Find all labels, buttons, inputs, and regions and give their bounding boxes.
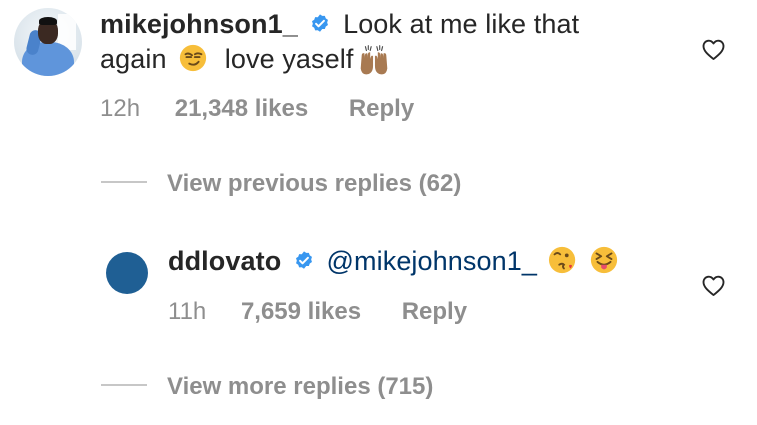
reply-button[interactable]: Reply: [402, 298, 467, 325]
reply-time: 11h: [168, 298, 207, 325]
avatar-hair: [39, 17, 57, 25]
comment-time: 12h: [100, 95, 141, 122]
view-previous-replies[interactable]: View previous replies (62): [101, 170, 461, 198]
raised-hands-emoji: [361, 45, 388, 75]
reply-likes[interactable]: 7,659 likes: [241, 298, 361, 326]
comment-text-part3: love yaself: [224, 44, 354, 74]
verified-badge-icon: [312, 14, 329, 32]
replies-divider-line: [101, 384, 147, 386]
comment-username[interactable]: mikejohnson1_: [100, 9, 298, 39]
comment-text-part1: Look at me like that: [343, 9, 580, 39]
view-more-replies-text[interactable]: View more replies (715): [167, 373, 433, 400]
like-heart-icon[interactable]: [701, 274, 726, 297]
comment-meta: 12h 21,348 likes Reply: [100, 95, 414, 123]
reply-text: ddlovato @mikejohnson1_: [168, 244, 668, 278]
comment-text: mikejohnson1_ Look at me like that again…: [100, 7, 660, 79]
view-previous-replies-text[interactable]: View previous replies (62): [167, 170, 461, 197]
reply-mention-link[interactable]: @mikejohnson1_: [327, 246, 537, 276]
avatar[interactable]: [14, 8, 82, 76]
face-throwing-kiss-emoji: [548, 246, 575, 274]
comment-likes[interactable]: 21,348 likes: [175, 95, 308, 123]
reply-meta: 11h 7,659 likes Reply: [168, 298, 467, 326]
view-more-replies[interactable]: View more replies (715): [101, 373, 433, 401]
reply-button[interactable]: Reply: [349, 95, 414, 122]
replies-divider-line: [101, 181, 147, 183]
reply-username[interactable]: ddlovato: [168, 246, 281, 276]
avatar[interactable]: [106, 252, 148, 294]
squinting-face-with-tongue-emoji: [591, 246, 618, 274]
smirking-face-emoji: [180, 44, 207, 72]
comment-text-part2: again: [100, 44, 167, 74]
verified-badge-icon: [295, 251, 312, 269]
like-heart-icon[interactable]: [701, 38, 726, 61]
